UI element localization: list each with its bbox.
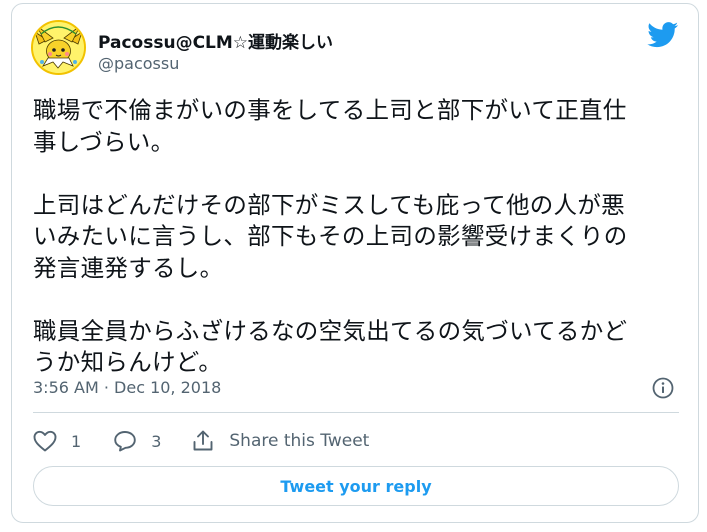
heart-icon	[33, 430, 57, 452]
tweet-text: 職場で不倫まがいの事をしてる上司と部下がいて正直仕 事しづらい。 上司はどんだけ…	[33, 96, 628, 376]
twitter-bird-icon[interactable]	[647, 22, 679, 48]
info-icon[interactable]	[652, 377, 674, 399]
tweet-timestamp[interactable]: 3:56 AM · Dec 10, 2018	[33, 378, 221, 397]
user-handle[interactable]: @pacossu	[98, 54, 179, 73]
share-button[interactable]: Share this Tweet	[191, 429, 369, 453]
share-icon	[193, 430, 213, 451]
tweet-card: Pacossu@CLM☆運動楽しい @pacossu 職場で不倫まがいの事をして…	[11, 3, 699, 523]
reply-count: 3	[151, 431, 162, 451]
share-label: Share this Tweet	[229, 431, 370, 451]
reply-button[interactable]: 3	[113, 430, 161, 452]
like-button[interactable]: 1	[33, 430, 81, 452]
like-count: 1	[71, 431, 82, 451]
avatar[interactable]	[31, 20, 86, 75]
reply-bubble-icon	[114, 431, 136, 452]
display-name[interactable]: Pacossu@CLM☆運動楽しい	[98, 28, 333, 53]
jolteon-avatar-icon	[33, 22, 84, 73]
divider	[33, 412, 679, 413]
action-bar: 1 3 Share this Tweet	[33, 428, 369, 454]
tweet-your-reply-button[interactable]: Tweet your reply	[33, 466, 679, 506]
